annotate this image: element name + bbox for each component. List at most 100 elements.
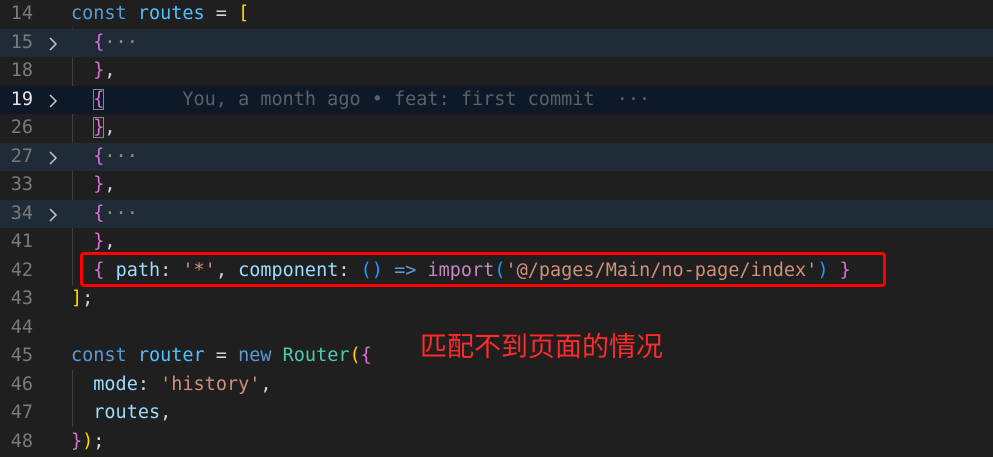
code-token: =	[204, 3, 239, 24]
code-line[interactable]: 43];	[0, 285, 993, 314]
code-line[interactable]: 27 {···	[0, 142, 993, 172]
code-token: ;	[82, 288, 94, 309]
code-token: Router	[282, 345, 350, 366]
code-token: }	[93, 174, 105, 195]
code-line[interactable]: 19 { You, a month ago • feat: first comm…	[0, 85, 993, 115]
line-number: 26	[10, 117, 33, 138]
code-token: const	[71, 345, 127, 366]
code-token: routes	[93, 402, 161, 423]
line-number: 34	[10, 202, 33, 224]
code-line[interactable]: 34 {···	[0, 199, 993, 229]
code-line[interactable]: 14 const routes = [	[0, 0, 993, 29]
code-text: {···	[71, 29, 138, 58]
code-text: });	[71, 428, 104, 457]
code-text: mode: 'history',	[71, 371, 272, 400]
code-line[interactable]: 47 routes,	[0, 399, 993, 428]
code-token: }	[93, 231, 105, 252]
code-token: }	[71, 430, 83, 452]
line-number: 43	[10, 288, 33, 309]
code-text: },	[71, 114, 116, 143]
code-token: ,	[104, 117, 116, 138]
code-token: mode	[93, 373, 138, 395]
code-line[interactable]: 26 },	[0, 114, 993, 143]
git-blame-annotation: You, a month ago • feat: first commit ··…	[182, 88, 651, 110]
code-token: {	[360, 345, 372, 366]
code-token: {	[93, 202, 105, 224]
code-token: ···	[104, 145, 138, 167]
line-number: 47	[10, 402, 33, 423]
code-token: [	[238, 3, 250, 24]
code-text: const router = new Router({	[71, 342, 372, 371]
chevron-right-icon[interactable]	[44, 143, 62, 172]
code-line[interactable]: 46 mode: 'history',	[0, 371, 993, 400]
code-token: routes	[137, 3, 205, 24]
code-token: =	[204, 345, 239, 366]
code-token: (	[349, 345, 361, 366]
code-token: {	[93, 31, 105, 53]
line-number: 33	[10, 174, 33, 195]
code-token: router	[137, 345, 205, 366]
code-text: { You, a month ago • feat: first commit …	[71, 86, 650, 115]
code-token: ···	[104, 31, 138, 53]
line-number: 44	[10, 316, 33, 338]
line-number: 18	[10, 60, 33, 81]
line-number: 45	[10, 345, 33, 366]
code-token: ,	[104, 60, 116, 81]
code-line[interactable]: 33 },	[0, 171, 993, 200]
chevron-right-icon[interactable]	[44, 29, 62, 58]
code-token: }	[93, 117, 105, 138]
code-token: ,	[104, 174, 116, 195]
code-token: ···	[104, 202, 138, 224]
code-token: )	[82, 430, 94, 452]
line-number: 14	[10, 3, 33, 24]
line-number: 19	[10, 88, 33, 110]
code-text: routes,	[71, 399, 171, 428]
line-number: 27	[10, 145, 33, 167]
code-text: ];	[71, 285, 93, 314]
code-line[interactable]: 18 },	[0, 57, 993, 86]
line-number: 15	[10, 31, 33, 53]
chevron-right-icon[interactable]	[44, 200, 62, 229]
code-token: new	[238, 345, 272, 366]
code-token: {	[93, 88, 105, 110]
code-text: {···	[71, 200, 138, 229]
code-token: const	[71, 3, 127, 24]
line-number: 48	[10, 430, 33, 452]
code-text: {···	[71, 143, 138, 172]
code-token: :	[137, 373, 161, 395]
code-token: 'history'	[160, 373, 261, 395]
code-token: ,	[104, 231, 116, 252]
code-token: ;	[93, 430, 105, 452]
code-editor[interactable]: 14 const routes = [15 {··· 18 }, 19 { You, …	[0, 0, 993, 457]
chevron-right-icon[interactable]	[44, 86, 62, 115]
line-number: 41	[10, 231, 33, 252]
code-token: ,	[260, 373, 272, 395]
line-number: 46	[10, 373, 33, 395]
line-number: 42	[10, 259, 33, 281]
code-token: ]	[71, 288, 83, 309]
code-line[interactable]: 15 {···	[0, 28, 993, 58]
code-text: },	[71, 57, 116, 86]
code-token: ,	[160, 402, 172, 423]
annotation-highlight-box	[80, 252, 886, 287]
code-token: }	[93, 60, 105, 81]
code-text: },	[71, 171, 116, 200]
annotation-label: 匹配不到页面的情况	[420, 332, 663, 363]
code-token: {	[93, 145, 105, 167]
code-line[interactable]: 48});	[0, 428, 993, 457]
code-text: const routes = [	[71, 0, 249, 29]
